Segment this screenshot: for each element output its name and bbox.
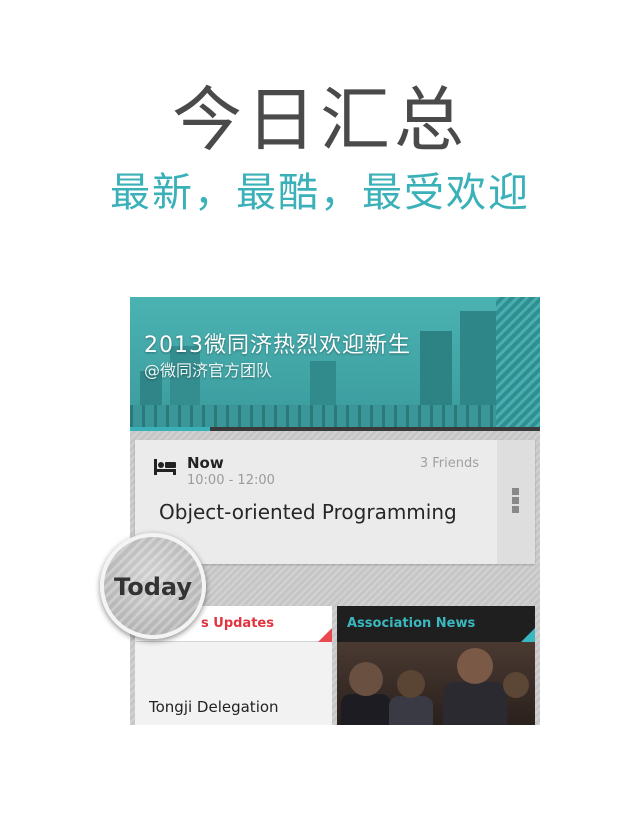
bed-icon: [154, 459, 176, 475]
association-news-title: Association News: [347, 616, 476, 631]
event-friends-count[interactable]: 3 Friends: [420, 456, 479, 471]
association-news-photo: [337, 642, 535, 725]
updates-tile-headline: Tongji Delegation: [149, 698, 279, 716]
banner-page-indicator: [130, 427, 540, 431]
updates-tile-title: s Updates: [201, 616, 274, 631]
corner-flag-icon: [318, 628, 332, 642]
banner-title: 2013微同济热烈欢迎新生: [144, 333, 411, 358]
corner-flag-icon: [521, 628, 535, 642]
association-news-header: Association News: [337, 606, 535, 642]
event-time: 10:00 - 12:00: [187, 473, 275, 488]
promo-subline: 最新，最酷，最受欢迎: [110, 170, 530, 216]
app-screen: 2013微同济热烈欢迎新生 @微同济官方团队 Now 10:00 - 12:00…: [130, 297, 540, 725]
banner-hatch-pattern: [496, 297, 540, 431]
magnifier-callout: Today: [100, 533, 206, 639]
featured-banner[interactable]: 2013微同济热烈欢迎新生 @微同济官方团队: [130, 297, 540, 431]
banner-page-indicator-active: [130, 427, 210, 431]
association-news-tile[interactable]: Association News: [337, 606, 535, 725]
card-overflow-area[interactable]: [497, 440, 535, 564]
banner-subtitle: @微同济官方团队: [144, 361, 273, 380]
event-course-title: Object-oriented Programming: [159, 500, 457, 524]
today-section-label: Today: [114, 573, 192, 601]
event-status: Now: [187, 454, 224, 472]
promo-headline: 今日汇总: [172, 79, 468, 161]
overflow-menu-icon[interactable]: [512, 488, 520, 515]
